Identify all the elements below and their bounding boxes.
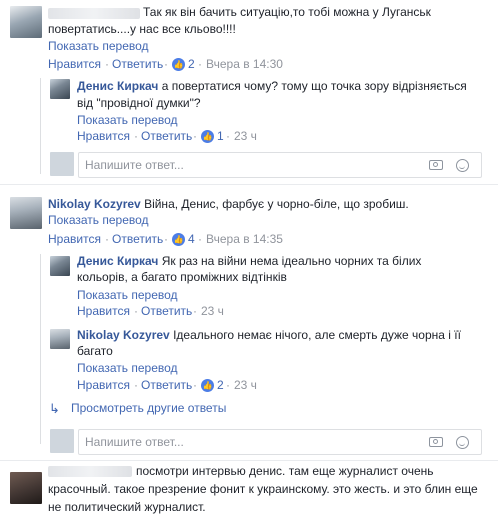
author-name[interactable]: Денис Киркач	[77, 79, 158, 93]
author-name[interactable]: Nikolay Kozyrev	[77, 328, 170, 342]
separator: ·	[193, 129, 197, 143]
comment-text: Nikolay Kozyrev Війна, Денис, фарбує у ч…	[48, 197, 409, 212]
author-name[interactable]: Nikolay Kozyrev	[48, 197, 141, 211]
separator: ·	[134, 129, 138, 143]
thumbs-up-icon: 👍	[172, 233, 185, 246]
separator: ·	[226, 378, 230, 392]
current-user-avatar	[50, 152, 74, 176]
like-count[interactable]: 1	[217, 129, 224, 144]
separator: ·	[134, 304, 138, 318]
separator: ·	[164, 57, 168, 71]
reply-arrow-icon: ↳	[49, 401, 60, 416]
like-count[interactable]: 2	[188, 57, 195, 72]
avatar[interactable]	[50, 79, 70, 99]
reply-placeholder: Напишите ответ...	[85, 435, 184, 449]
reply-link[interactable]: Ответить	[141, 129, 192, 144]
reply-text: Денис Киркач а повертатися чому? тому що…	[77, 79, 467, 94]
camera-icon[interactable]	[429, 437, 443, 447]
author-name[interactable]: Денис Киркач	[77, 254, 158, 268]
comment-text: не политический журналист.	[48, 500, 206, 514]
show-translation-link[interactable]: Показать перевод	[77, 361, 178, 376]
reply-input[interactable]: Напишите ответ...	[78, 152, 482, 178]
reply-placeholder: Напишите ответ...	[85, 158, 184, 172]
reply-link[interactable]: Ответить	[112, 232, 163, 247]
comment-text: Так як він бачить ситуацію,то тобі можна…	[143, 5, 431, 19]
separator: ·	[226, 129, 230, 143]
separator: ·	[198, 57, 202, 71]
reply-link[interactable]: Ответить	[112, 57, 163, 72]
divider	[0, 184, 498, 185]
separator: ·	[134, 378, 138, 392]
comment-text: посмотри интервью денис. там еще журнали…	[136, 464, 434, 478]
avatar[interactable]	[50, 256, 70, 276]
timestamp[interactable]: Вчера в 14:30	[206, 57, 283, 72]
separator: ·	[105, 232, 109, 246]
timestamp[interactable]: 23 ч	[234, 129, 257, 144]
emoji-icon[interactable]	[456, 159, 469, 172]
reply-input[interactable]: Напишите ответ...	[78, 429, 482, 455]
reply-thread-line	[40, 254, 41, 444]
like-link[interactable]: Нравится	[77, 304, 130, 319]
reply-body: Як раз на війни нема ідеально чорних та …	[161, 254, 422, 268]
show-translation-link[interactable]: Показать перевод	[77, 288, 178, 303]
current-user-avatar	[50, 429, 74, 453]
comment-body: Війна, Денис, фарбує у чорно-біле, що зр…	[144, 197, 409, 211]
avatar[interactable]	[50, 329, 70, 349]
show-translation-link[interactable]: Показать перевод	[48, 213, 149, 228]
separator: ·	[105, 57, 109, 71]
timestamp[interactable]: 23 ч	[201, 304, 224, 319]
show-translation-link[interactable]: Показать перевод	[77, 113, 178, 128]
reply-link[interactable]: Ответить	[141, 304, 192, 319]
like-link[interactable]: Нравится	[48, 57, 101, 72]
avatar[interactable]	[10, 472, 42, 504]
like-link[interactable]: Нравится	[77, 378, 130, 393]
timestamp[interactable]: 23 ч	[234, 378, 257, 393]
view-more-replies-link[interactable]: Просмотреть другие ответы	[71, 401, 226, 416]
separator: ·	[193, 304, 197, 318]
comment-text: повертатись....у нас все кльово!!!!	[48, 22, 236, 36]
camera-icon[interactable]	[429, 160, 443, 170]
separator: ·	[193, 378, 197, 392]
divider	[0, 460, 498, 461]
comment-text: красочный. такое презрение фонит к украи…	[48, 482, 478, 496]
show-translation-link[interactable]: Показать перевод	[48, 39, 149, 54]
separator: ·	[164, 232, 168, 246]
redacted-name	[48, 8, 140, 19]
reply-link[interactable]: Ответить	[141, 378, 192, 393]
reply-body: Ідеального немає нічого, але смерть дуже…	[173, 328, 461, 342]
avatar[interactable]	[10, 6, 42, 38]
reply-thread-line	[40, 78, 41, 174]
avatar[interactable]	[10, 197, 42, 229]
thumbs-up-icon: 👍	[201, 379, 214, 392]
reply-text: Денис Киркач Як раз на війни нема ідеаль…	[77, 254, 421, 269]
like-link[interactable]: Нравится	[77, 129, 130, 144]
reply-text: від "провідної думки"?	[77, 96, 201, 110]
separator: ·	[198, 232, 202, 246]
like-link[interactable]: Нравится	[48, 232, 101, 247]
reply-body: а повертатися чому? тому що точка зору в…	[161, 79, 467, 93]
reply-text: багато	[77, 344, 113, 358]
like-count[interactable]: 2	[217, 378, 224, 393]
timestamp[interactable]: Вчера в 14:35	[206, 232, 283, 247]
emoji-icon[interactable]	[456, 436, 469, 449]
redacted-name	[48, 466, 132, 477]
reply-text: кольорів, а багато проміжних відтінків	[77, 270, 287, 284]
thumbs-up-icon: 👍	[172, 58, 185, 71]
like-count[interactable]: 4	[188, 232, 195, 247]
thumbs-up-icon: 👍	[201, 130, 214, 143]
reply-text: Nikolay Kozyrev Ідеального немає нічого,…	[77, 328, 461, 343]
